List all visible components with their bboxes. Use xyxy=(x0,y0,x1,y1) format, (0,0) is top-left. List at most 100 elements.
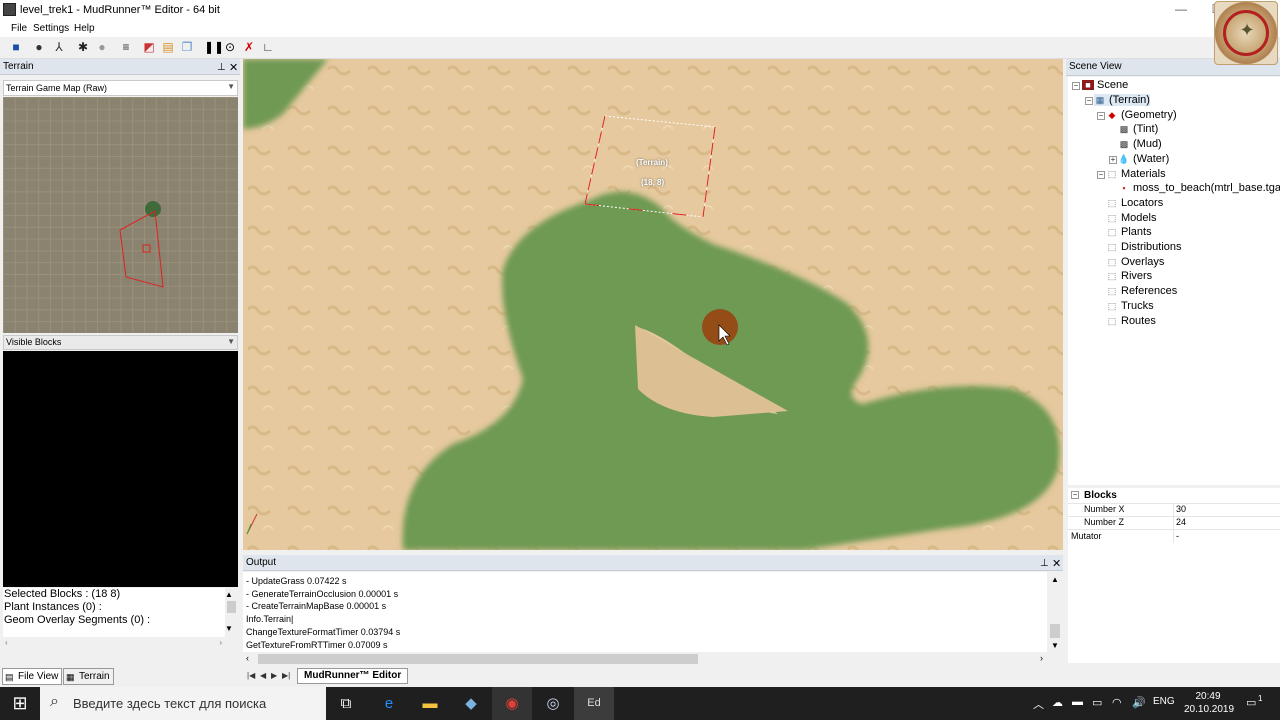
close-icon[interactable]: ✕ xyxy=(229,61,238,74)
file-explorer-icon[interactable]: ▬ xyxy=(410,687,450,720)
output-log: - UpdateGrass 0.07422 s - GenerateTerrai… xyxy=(243,572,1047,652)
collapse-icon[interactable]: − xyxy=(1072,82,1080,90)
tree-node-distributions[interactable]: ⬚ Distributions xyxy=(1106,241,1182,253)
tree-node-overlays[interactable]: ⬚ Overlays xyxy=(1106,256,1165,268)
tree-node-scene[interactable]: ■ Scene xyxy=(1082,79,1128,91)
tree-node-locators[interactable]: ⬚ Locators xyxy=(1106,197,1163,209)
visible-blocks-select[interactable]: Visible Blocks ▼ xyxy=(3,335,238,350)
search-icon: ⌕ xyxy=(50,693,59,710)
output-panel-title: Output xyxy=(243,555,1063,571)
prev-tab-icon[interactable]: ◀ xyxy=(260,671,266,680)
prop-value[interactable]: - xyxy=(1176,531,1179,541)
folder-dashed-icon: ⬚ xyxy=(1107,286,1117,296)
tree-node-routes[interactable]: ⬚ Routes xyxy=(1106,315,1156,327)
axis-icon[interactable]: ⅄ xyxy=(52,40,66,54)
log-line: Info.Terrain| xyxy=(246,614,294,625)
notifications-icon[interactable]: ▭ xyxy=(1246,696,1256,709)
list-icon[interactable]: ≡ xyxy=(119,40,133,54)
info-scrollbar[interactable]: ▲ ▼ xyxy=(225,588,238,638)
zoom-icon[interactable]: ⊙ xyxy=(223,40,237,54)
pin-icon[interactable]: ⊥ xyxy=(217,62,226,73)
tab-terrain[interactable]: ▦ Terrain xyxy=(63,668,114,685)
tree-node-trucks[interactable]: ⬚ Trucks xyxy=(1106,300,1154,312)
tree-node-mud[interactable]: ▩ (Mud) xyxy=(1118,138,1162,150)
tree-node-models[interactable]: ⬚ Models xyxy=(1106,212,1157,224)
delete-icon[interactable]: ◩ xyxy=(142,40,156,54)
teapot-icon[interactable]: ● xyxy=(32,40,46,54)
pause-icon[interactable]: ❚❚ xyxy=(204,40,224,54)
terrain-panel-title: Terrain xyxy=(0,59,240,75)
collapse-icon[interactable]: − xyxy=(1097,112,1105,120)
remove-icon[interactable]: ✗ xyxy=(242,40,256,54)
app-icon-blue[interactable]: ◆ xyxy=(451,687,491,720)
onedrive-icon[interactable]: ☁ xyxy=(1052,696,1063,709)
edge-icon[interactable]: e xyxy=(369,687,409,720)
first-tab-icon[interactable]: |◀ xyxy=(247,671,255,680)
expand-icon[interactable]: + xyxy=(1109,156,1117,164)
blob-icon[interactable]: ✱ xyxy=(76,40,90,54)
folder-dashed-icon: ⬚ xyxy=(1107,213,1117,223)
open-folder-icon[interactable]: ▤ xyxy=(161,40,175,54)
collapse-icon[interactable]: − xyxy=(1097,171,1105,179)
taskbar-search[interactable]: ⌕ Введите здесь текст для поиска xyxy=(40,687,326,720)
info-hscrollbar[interactable]: ‹ › xyxy=(3,637,238,649)
terrain-icon: ▦ xyxy=(1095,95,1105,105)
time: 20:49 xyxy=(1195,691,1221,702)
tab-editor[interactable]: MudRunner™ Editor xyxy=(297,668,409,684)
pin-icon[interactable]: ⊥ xyxy=(1040,558,1049,569)
last-tab-icon[interactable]: ▶| xyxy=(282,671,290,680)
3d-viewport[interactable] xyxy=(243,59,1063,550)
network-icon[interactable]: ◠ xyxy=(1112,696,1122,709)
menu-settings[interactable]: Settings xyxy=(33,23,69,34)
terrain-minimap[interactable] xyxy=(3,97,238,333)
windows-start-icon[interactable]: ⊞ xyxy=(0,687,40,720)
next-tab-icon[interactable]: ▶ xyxy=(271,671,277,680)
battery-icon[interactable]: ▭ xyxy=(1092,696,1102,709)
minimize-button[interactable]: — xyxy=(1172,2,1190,18)
tree-node-materials[interactable]: ⬚ Materials xyxy=(1106,168,1166,180)
prop-value[interactable]: 24 xyxy=(1176,517,1186,527)
map-type-value: Terrain Game Map (Raw) xyxy=(6,83,108,93)
task-view-icon[interactable]: ⧉ xyxy=(326,687,366,720)
close-icon[interactable]: ✕ xyxy=(1052,557,1061,570)
corner-icon[interactable]: ∟ xyxy=(261,40,275,54)
visible-blocks-view xyxy=(3,351,238,587)
tree-node-rivers[interactable]: ⬚ Rivers xyxy=(1106,270,1152,282)
menu-help[interactable]: Help xyxy=(74,23,95,34)
tray-app-icon[interactable]: ▬ xyxy=(1072,696,1083,708)
volume-icon[interactable]: 🔊 xyxy=(1132,696,1146,709)
copy-icon[interactable]: ❐ xyxy=(180,40,194,54)
editor-taskbar-icon[interactable]: Ed xyxy=(574,687,614,720)
output-vscrollbar[interactable]: ▲ ▼ xyxy=(1047,572,1063,652)
tree-node-material[interactable]: ▪ moss_to_beach(mtrl_base.tga) xyxy=(1118,182,1280,194)
material-icon: ▪ xyxy=(1122,183,1126,193)
language-indicator[interactable]: ENG xyxy=(1153,696,1175,707)
log-line: - CreateTerrainMapBase 0.00001 s xyxy=(246,601,387,612)
prop-name: Number Z xyxy=(1084,517,1125,527)
tree-node-tint[interactable]: ▩ (Tint) xyxy=(1118,123,1159,135)
steam-icon[interactable]: ◎ xyxy=(533,687,573,720)
terrain-info: Selected Blocks : (18 8) Plant Instances… xyxy=(3,588,238,638)
sphere-icon[interactable]: ● xyxy=(95,40,109,54)
save-icon[interactable]: ■ xyxy=(9,40,23,54)
prop-name: Mutator xyxy=(1071,531,1102,541)
tray-overflow-icon[interactable]: ︿ xyxy=(1033,696,1044,712)
prop-name: Number X xyxy=(1084,504,1125,514)
tree-node-terrain[interactable]: ▦ (Terrain) xyxy=(1094,94,1150,106)
output-hscroll-thumb[interactable] xyxy=(258,654,698,664)
properties-section: Blocks xyxy=(1084,490,1117,501)
tree-node-geometry[interactable]: ◆ (Geometry) xyxy=(1106,109,1177,121)
tree-node-plants[interactable]: ⬚ Plants xyxy=(1106,226,1152,238)
chrome-icon[interactable]: ◉ xyxy=(492,687,532,720)
collapse-icon[interactable]: − xyxy=(1085,97,1093,105)
tree-node-references[interactable]: ⬚ References xyxy=(1106,285,1178,297)
clock[interactable]: 20:49 20.10.2019 xyxy=(1184,690,1234,716)
tree-node-water[interactable]: 💧 (Water) xyxy=(1118,153,1169,165)
collapse-icon[interactable]: − xyxy=(1071,491,1079,499)
info-line: Plant Instances (0) : xyxy=(4,601,102,613)
menu-file[interactable]: File xyxy=(11,23,27,34)
prop-value[interactable]: 30 xyxy=(1176,504,1186,514)
toolbar: ■ ● ⅄ ✱ ● ≡ ◩ ▤ ❐ ❚❚ ⊙ ✗ ∟ xyxy=(0,37,1280,59)
tab-file-view[interactable]: ▤ File View xyxy=(2,668,63,685)
map-type-select[interactable]: Terrain Game Map (Raw) ▼ xyxy=(3,80,238,96)
